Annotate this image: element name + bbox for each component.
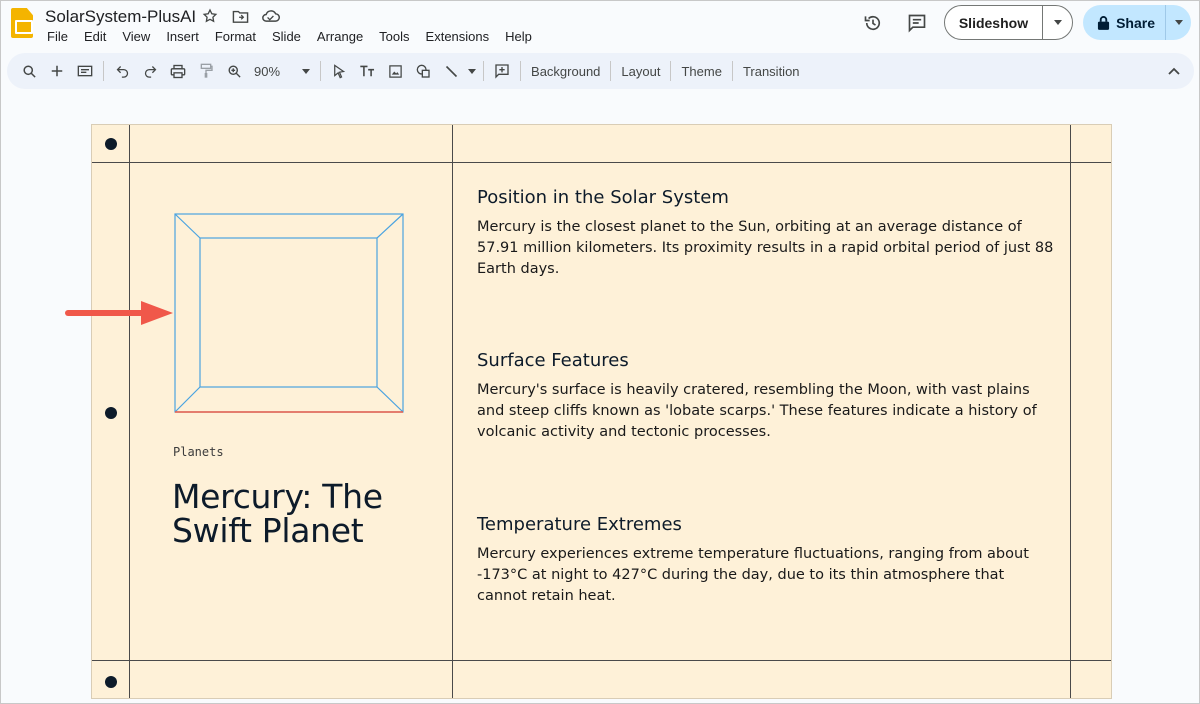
slides-logo-icon[interactable] — [11, 8, 33, 38]
zoom-select[interactable]: 90% — [248, 64, 316, 79]
line-options-dropdown[interactable] — [465, 57, 479, 85]
background-button[interactable]: Background — [525, 64, 606, 79]
menu-help[interactable]: Help — [497, 28, 540, 45]
grid-line — [129, 125, 130, 698]
slideshow-button-group: Slideshow — [943, 5, 1074, 40]
bullet-dot — [105, 138, 117, 150]
add-comment-icon[interactable] — [488, 57, 516, 85]
toolbar-divider — [520, 61, 522, 81]
title-icons — [200, 7, 280, 25]
slideshow-options-dropdown[interactable] — [1042, 6, 1072, 39]
redo-icon[interactable] — [136, 57, 164, 85]
toolbar: 90% Background Layout Theme Transition — [7, 53, 1194, 89]
collapse-toolbar-icon[interactable] — [1168, 62, 1180, 80]
section-heading: Surface Features — [477, 350, 629, 371]
toolbar-divider — [103, 61, 104, 81]
chevron-down-icon — [1053, 20, 1062, 25]
section-body: Mercury's surface is heavily cratered, r… — [477, 382, 1037, 440]
section-body: Mercury experiences extreme temperature … — [477, 546, 1029, 604]
grid-line — [452, 125, 453, 698]
star-icon[interactable] — [200, 7, 220, 25]
print-icon[interactable] — [164, 57, 192, 85]
slide-tag[interactable]: Planets — [173, 445, 224, 459]
menu-format[interactable]: Format — [207, 28, 264, 45]
move-folder-icon[interactable] — [230, 7, 250, 25]
content-section[interactable]: Position in the Solar System Mercury is … — [477, 187, 1057, 280]
chevron-down-icon — [1174, 20, 1183, 25]
menu-edit[interactable]: Edit — [76, 28, 114, 45]
cloud-saved-icon[interactable] — [260, 7, 280, 25]
menu-view[interactable]: View — [114, 28, 158, 45]
slideshow-button[interactable]: Slideshow — [945, 6, 1042, 39]
menu-slide[interactable]: Slide — [264, 28, 309, 45]
slide-canvas[interactable]: Planets Mercury: The Swift Planet Positi… — [91, 124, 1112, 699]
menu-insert[interactable]: Insert — [158, 28, 207, 45]
share-button-group: Share — [1083, 5, 1191, 40]
undo-icon[interactable] — [108, 57, 136, 85]
bullet-dot — [105, 676, 117, 688]
menu-file[interactable]: File — [39, 28, 76, 45]
toolbar-divider — [731, 61, 733, 81]
share-options-dropdown[interactable] — [1165, 5, 1191, 40]
transition-button[interactable]: Transition — [737, 64, 806, 79]
slides-app-window: SolarSystem-PlusAI File Edit View Insert… — [0, 0, 1200, 704]
version-history-icon[interactable] — [856, 6, 890, 40]
section-body: Mercury is the closest planet to the Sun… — [477, 219, 1054, 277]
section-heading: Temperature Extremes — [477, 514, 682, 535]
share-label: Share — [1116, 14, 1155, 31]
toolbar-divider — [483, 61, 485, 81]
search-menus-icon[interactable] — [15, 57, 43, 85]
annotation-arrow-icon — [65, 301, 173, 325]
text-box-icon[interactable] — [353, 57, 381, 85]
grid-line — [92, 162, 1111, 163]
select-cursor-icon[interactable] — [325, 57, 353, 85]
layout-button[interactable]: Layout — [615, 64, 666, 79]
toolbar-divider — [320, 61, 322, 81]
document-title[interactable]: SolarSystem-PlusAI — [45, 7, 196, 27]
theme-button[interactable]: Theme — [675, 64, 727, 79]
image-placeholder[interactable] — [174, 213, 404, 413]
lock-icon — [1098, 16, 1110, 30]
line-icon[interactable] — [437, 57, 465, 85]
menu-arrange[interactable]: Arrange — [309, 28, 371, 45]
paint-format-icon[interactable] — [192, 57, 220, 85]
bullet-dot — [105, 407, 117, 419]
content-section[interactable]: Temperature Extremes Mercury experiences… — [477, 514, 1057, 607]
new-slide-icon[interactable] — [43, 57, 71, 85]
section-heading: Position in the Solar System — [477, 187, 729, 208]
header-actions: Slideshow Share — [856, 5, 1191, 40]
zoom-icon[interactable] — [220, 57, 248, 85]
content-section[interactable]: Surface Features Mercury's surface is he… — [477, 350, 1057, 443]
menu-extensions[interactable]: Extensions — [418, 28, 498, 45]
menu-tools[interactable]: Tools — [371, 28, 417, 45]
title-bar: SolarSystem-PlusAI File Edit View Insert… — [1, 1, 1200, 51]
slide-title[interactable]: Mercury: The Swift Planet — [172, 480, 432, 548]
share-button[interactable]: Share — [1083, 5, 1165, 40]
menu-bar: File Edit View Insert Format Slide Arran… — [39, 28, 540, 45]
toolbar-divider — [670, 61, 672, 81]
insert-image-icon[interactable] — [381, 57, 409, 85]
toolbar-divider — [610, 61, 612, 81]
comments-icon[interactable] — [900, 6, 934, 40]
slide-layout-icon[interactable] — [71, 57, 99, 85]
grid-line — [1070, 125, 1071, 698]
grid-line — [92, 660, 1111, 661]
shape-icon[interactable] — [409, 57, 437, 85]
chevron-down-icon — [468, 68, 477, 74]
zoom-value: 90% — [254, 63, 281, 79]
chevron-down-icon — [302, 68, 311, 74]
